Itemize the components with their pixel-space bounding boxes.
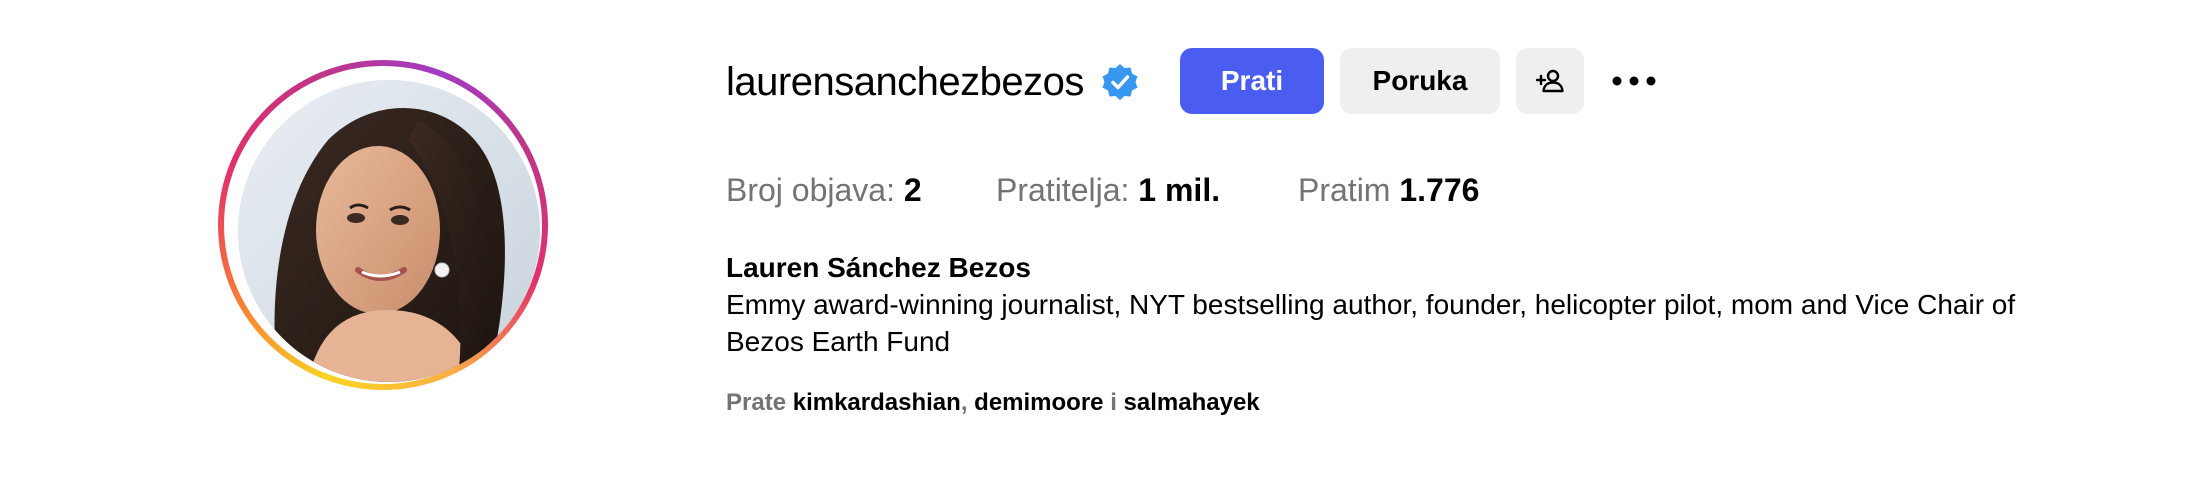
message-button[interactable]: Poruka [1340, 48, 1500, 114]
follow-button[interactable]: Prati [1180, 48, 1324, 114]
avatar[interactable] [238, 80, 540, 382]
profile-header: laurensanchezbezos Prati Poruka Broj obj… [0, 0, 2196, 498]
followers-value: 1 mil. [1138, 172, 1221, 208]
followed-by-conjunction: i [1110, 389, 1117, 416]
followers-label: Pratitelja: [996, 172, 1130, 208]
followed-by-separator: , [960, 389, 968, 416]
story-ring[interactable] [218, 60, 548, 390]
following-label: Pratim [1298, 172, 1391, 208]
username: laurensanchezbezos [726, 60, 1084, 104]
posts-count: Broj objava: 2 [726, 168, 922, 212]
bio-text: Emmy award-winning journalist, NYT bests… [726, 289, 2016, 357]
followers-count[interactable]: Pratitelja: 1 mil. [996, 168, 1220, 212]
more-options-button[interactable] [1604, 48, 1664, 114]
followed-by-prefix: Prate [726, 389, 787, 416]
following-count[interactable]: Pratim 1.776 [1298, 168, 1479, 212]
person-add-icon [1535, 69, 1564, 93]
avatar-photo [238, 80, 540, 382]
suggest-accounts-button[interactable] [1516, 48, 1584, 114]
followed-by: Prate kimkardashian, demimoore i salmaha… [726, 386, 1260, 420]
verified-badge-icon [1102, 64, 1138, 100]
posts-label: Broj objava: [726, 172, 895, 208]
followed-by-account[interactable]: kimkardashian [793, 389, 961, 416]
following-value: 1.776 [1399, 172, 1480, 208]
posts-value: 2 [903, 172, 922, 208]
followed-by-account[interactable]: demimoore [974, 389, 1103, 416]
avatar-gap [224, 66, 542, 384]
more-options-icon [1612, 76, 1656, 86]
full-name: Lauren Sánchez Bezos [726, 252, 1031, 283]
followed-by-account[interactable]: salmahayek [1124, 389, 1260, 416]
